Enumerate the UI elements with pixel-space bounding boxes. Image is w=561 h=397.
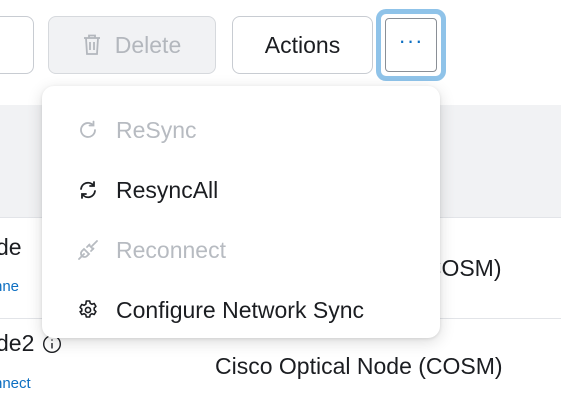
menu-item-reconnect[interactable]: Reconnect (42, 220, 440, 280)
toolbar: Delete Actions ··· (0, 0, 561, 90)
menu-item-resync[interactable]: ReSync (42, 100, 440, 160)
clipped-toolbar-button[interactable] (0, 16, 34, 74)
trash-icon (83, 34, 101, 56)
gear-icon (74, 296, 102, 324)
menu-item-resync-label: ReSync (116, 116, 197, 143)
delete-button[interactable]: Delete (48, 16, 216, 74)
ellipsis-icon: ··· (385, 18, 437, 72)
row1-node-name: de (0, 234, 22, 260)
menu-item-reconnect-label: Reconnect (116, 236, 226, 263)
delete-label: Delete (114, 31, 182, 58)
menu-item-configure-network-sync[interactable]: Configure Network Sync (42, 280, 440, 340)
resync-icon (74, 116, 102, 144)
menu-item-configure-network-sync-label: Configure Network Sync (116, 296, 364, 323)
row1-connect-link[interactable]: nne (0, 278, 19, 295)
menu-item-resyncall[interactable]: ResyncAll (42, 160, 440, 220)
more-actions-menu: ReSync ResyncAll Reconnect Configure Net… (42, 86, 440, 338)
actions-button[interactable]: Actions (232, 16, 373, 74)
menu-item-resyncall-label: ResyncAll (116, 176, 219, 203)
row2-connect-link[interactable]: nnect (0, 375, 31, 392)
actions-label: Actions (264, 31, 341, 58)
resync-all-icon (74, 176, 102, 204)
plug-icon (74, 236, 102, 264)
more-actions-button[interactable]: ··· (376, 9, 446, 81)
row2-node-type: Cisco Optical Node (COSM) (215, 353, 503, 379)
row2-node-name: de2 (0, 330, 35, 356)
